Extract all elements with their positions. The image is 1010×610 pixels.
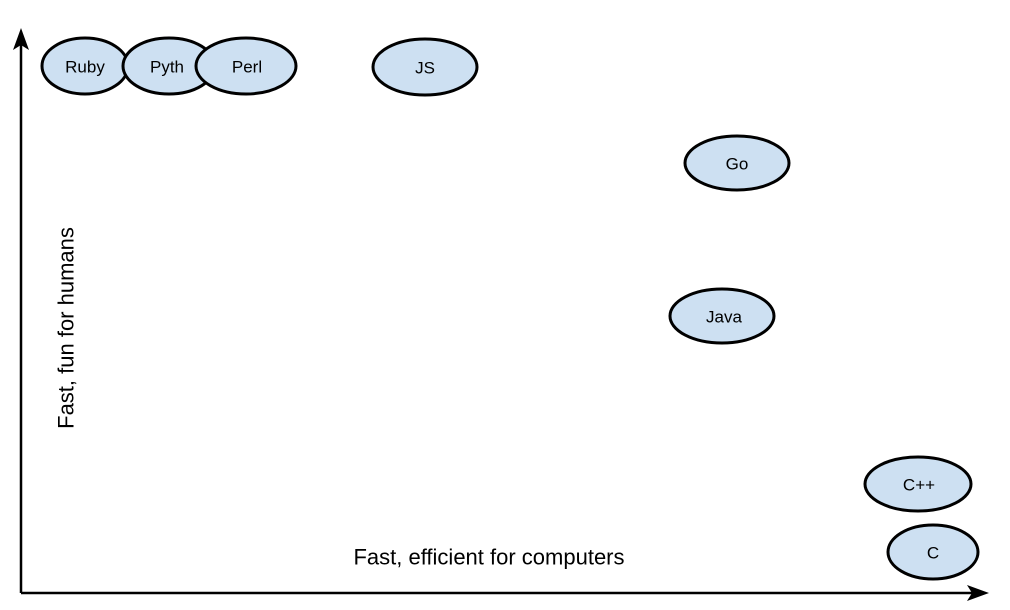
bubble-ruby[interactable]: Ruby bbox=[40, 36, 130, 96]
bubble-java[interactable]: Java bbox=[668, 287, 776, 345]
bubble-perl[interactable]: Perl bbox=[194, 36, 298, 96]
bubble-c[interactable]: C bbox=[886, 523, 980, 581]
language-positioning-chart: Ruby Pyth Perl JS Go Java C++ C Fast, ef… bbox=[13, 28, 989, 601]
bubble-perl-label: Perl bbox=[232, 58, 262, 77]
bubble-java-label: Java bbox=[706, 308, 742, 327]
bubble-go[interactable]: Go bbox=[683, 134, 791, 192]
bubble-c-label: C bbox=[927, 544, 939, 563]
x-axis-label: Fast, efficient for computers bbox=[353, 545, 624, 570]
bubble-js[interactable]: JS bbox=[371, 37, 479, 97]
bubble-ruby-label: Ruby bbox=[65, 58, 105, 77]
bubble-go-label: Go bbox=[726, 155, 749, 174]
axes-group bbox=[13, 28, 989, 601]
chart-canvas: Ruby Pyth Perl JS Go Java C++ C Fast, ef… bbox=[0, 0, 1010, 610]
y-axis-label: Fast, fun for humans bbox=[54, 227, 79, 429]
bubbles-group: Ruby Pyth Perl JS Go Java C++ C bbox=[40, 36, 980, 581]
bubble-js-label: JS bbox=[415, 59, 435, 78]
bubble-cpp-label: C++ bbox=[903, 476, 935, 495]
bubble-python-label: Pyth bbox=[150, 58, 184, 77]
bubble-cpp[interactable]: C++ bbox=[863, 455, 973, 513]
